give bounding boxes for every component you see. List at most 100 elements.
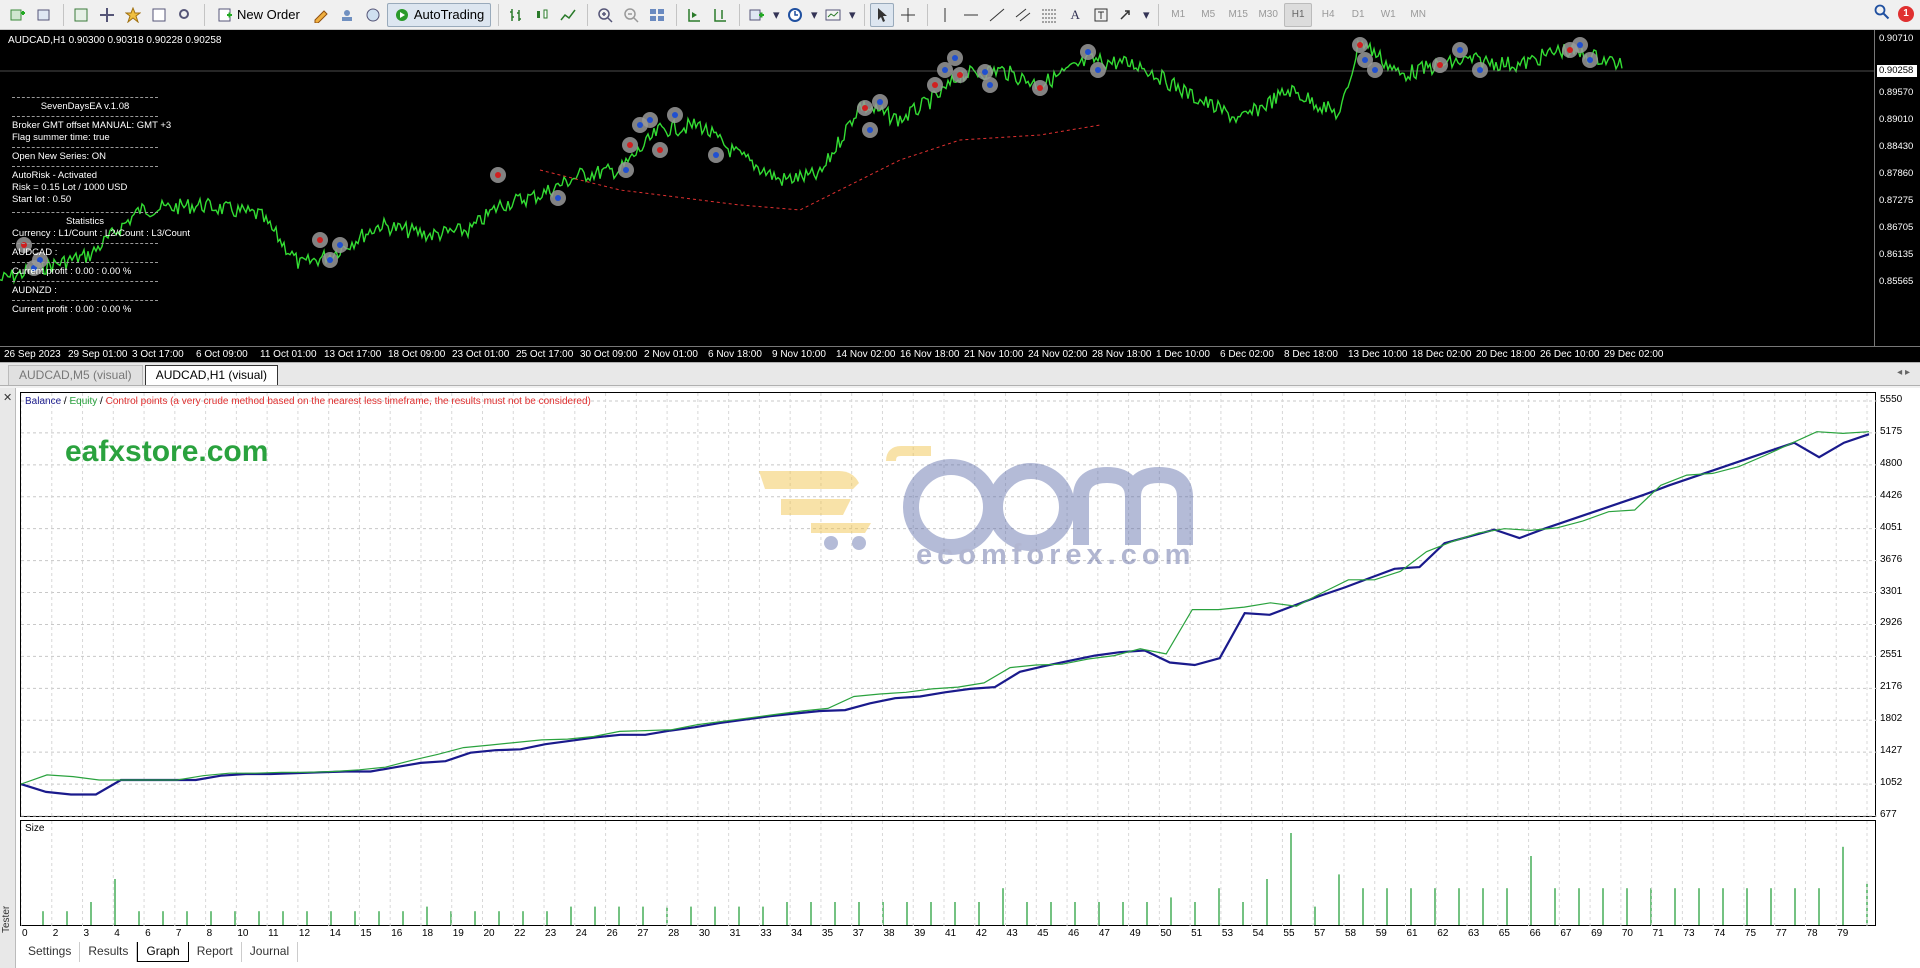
auto-scroll-icon[interactable] bbox=[682, 3, 706, 27]
trade-marker bbox=[872, 94, 888, 110]
autotrading-button[interactable]: AutoTrading bbox=[386, 2, 492, 27]
zoom-in-icon[interactable] bbox=[593, 3, 617, 27]
chevron-down-icon[interactable]: ▾ bbox=[771, 3, 781, 27]
price-label: 0.89570 bbox=[1879, 87, 1914, 98]
notification-badge[interactable]: 1 bbox=[1898, 5, 1914, 22]
price-label: 0.87860 bbox=[1879, 168, 1914, 179]
timeframe-m15[interactable]: M15 bbox=[1224, 3, 1252, 27]
time-label: 13 Dec 10:00 bbox=[1348, 349, 1408, 360]
trade-marker bbox=[1367, 62, 1383, 78]
x-tick-label: 8 bbox=[206, 928, 213, 939]
terminal-icon[interactable] bbox=[147, 3, 171, 27]
time-label: 24 Nov 02:00 bbox=[1028, 349, 1088, 360]
arrows-icon[interactable] bbox=[1115, 3, 1139, 27]
tabs-scroll-arrows[interactable]: ◂ ▸ bbox=[1897, 367, 1910, 378]
y-tick-label: 1427 bbox=[1880, 745, 1903, 757]
chevron-down-icon[interactable]: ▾ bbox=[1141, 3, 1151, 27]
watermark-text: ecomforex.com bbox=[916, 539, 1196, 571]
text-icon[interactable]: A bbox=[1063, 3, 1087, 27]
new-order-button[interactable]: New Order bbox=[210, 3, 307, 27]
time-label: 6 Dec 02:00 bbox=[1220, 349, 1274, 360]
x-tick-label: 31 bbox=[729, 928, 741, 939]
fibonacci-icon[interactable] bbox=[1037, 3, 1061, 27]
templates-icon[interactable] bbox=[821, 3, 845, 27]
trendline-icon[interactable] bbox=[985, 3, 1009, 27]
timeframe-m1[interactable]: M1 bbox=[1164, 3, 1192, 27]
timeframe-m5[interactable]: M5 bbox=[1194, 3, 1222, 27]
toolbar-separator bbox=[498, 3, 500, 26]
market-watch-icon[interactable] bbox=[69, 3, 93, 27]
search-icon[interactable] bbox=[1874, 4, 1890, 23]
text-label-icon[interactable] bbox=[1089, 3, 1113, 27]
line-chart-icon[interactable] bbox=[556, 3, 580, 27]
horizontal-line-icon[interactable] bbox=[959, 3, 983, 27]
trade-marker bbox=[550, 190, 566, 206]
periods-icon[interactable] bbox=[783, 3, 807, 27]
crosshair-icon[interactable] bbox=[896, 3, 920, 27]
trade-marker bbox=[1452, 42, 1468, 58]
price-chart[interactable]: AUDCAD,H1 0.90300 0.90318 0.90228 0.9025… bbox=[0, 30, 1920, 362]
close-icon[interactable]: ✕ bbox=[3, 391, 12, 404]
favorites-icon[interactable] bbox=[121, 3, 145, 27]
tab-results[interactable]: Results bbox=[80, 942, 138, 962]
trade-marker bbox=[1582, 52, 1598, 68]
x-tick-label: 75 bbox=[1744, 928, 1757, 939]
timeframe-w1[interactable]: W1 bbox=[1374, 3, 1402, 27]
zoom-out-icon[interactable] bbox=[619, 3, 643, 27]
x-tick-label: 39 bbox=[914, 928, 926, 939]
chevron-down-icon[interactable]: ▾ bbox=[847, 3, 857, 27]
ea-separator bbox=[12, 147, 158, 148]
price-label: 0.86135 bbox=[1879, 249, 1914, 260]
x-tick-label: 24 bbox=[575, 928, 587, 939]
new-chart-icon[interactable] bbox=[6, 3, 30, 27]
community-icon[interactable] bbox=[335, 3, 359, 27]
balance-graph: Balance / Equity / Control points (a ver… bbox=[20, 392, 1877, 818]
tile-windows-icon[interactable] bbox=[645, 3, 669, 27]
toolbar-separator bbox=[587, 3, 589, 26]
navigator-icon[interactable] bbox=[95, 3, 119, 27]
tab-audcad-m5[interactable]: AUDCAD,M5 (visual) bbox=[8, 365, 143, 385]
timeframe-mn[interactable]: MN bbox=[1404, 3, 1432, 27]
profiles-icon[interactable] bbox=[32, 3, 56, 27]
y-tick-label: 4426 bbox=[1880, 489, 1903, 501]
x-tick-label: 70 bbox=[1621, 928, 1633, 939]
timeframe-h4[interactable]: H4 bbox=[1314, 3, 1342, 27]
globe-icon[interactable] bbox=[361, 3, 385, 27]
strategy-tester-icon[interactable] bbox=[173, 3, 197, 27]
timeframe-m30[interactable]: M30 bbox=[1254, 3, 1282, 27]
x-tick-label: 78 bbox=[1806, 928, 1818, 939]
trade-marker bbox=[622, 137, 638, 153]
chart-tabs-bar: AUDCAD,M5 (visual) AUDCAD,H1 (visual) ◂ … bbox=[0, 362, 1920, 386]
y-tick-label: 4800 bbox=[1880, 457, 1903, 469]
timeframe-h1[interactable]: H1 bbox=[1284, 2, 1313, 27]
indicators-icon[interactable] bbox=[745, 3, 769, 27]
x-tick-label: 33 bbox=[760, 928, 772, 939]
cursor-icon[interactable] bbox=[870, 2, 895, 27]
tab-journal[interactable]: Journal bbox=[242, 942, 299, 962]
ea-start-lot: Start lot : 0.50 bbox=[12, 194, 72, 205]
trade-marker bbox=[652, 142, 668, 158]
x-tick-label: 3 bbox=[83, 928, 90, 939]
trade-marker bbox=[1432, 57, 1448, 73]
tab-report[interactable]: Report bbox=[189, 942, 242, 962]
price-label: 0.88430 bbox=[1879, 141, 1914, 152]
time-label: 3 Oct 17:00 bbox=[132, 349, 184, 360]
tab-settings[interactable]: Settings bbox=[20, 942, 81, 962]
tab-audcad-h1[interactable]: AUDCAD,H1 (visual) bbox=[144, 365, 279, 385]
x-tick-label: 49 bbox=[1129, 928, 1141, 939]
bar-chart-icon[interactable] bbox=[504, 3, 528, 27]
brand-watermark: eafxstore.com bbox=[65, 435, 269, 468]
vertical-line-icon[interactable] bbox=[933, 3, 957, 27]
chart-shift-icon[interactable] bbox=[708, 3, 732, 27]
trade-marker bbox=[332, 237, 348, 253]
equidistant-channel-icon[interactable] bbox=[1011, 3, 1035, 27]
tab-graph[interactable]: Graph bbox=[137, 942, 189, 962]
x-tick-label: 47 bbox=[1098, 928, 1110, 939]
timeframe-d1[interactable]: D1 bbox=[1344, 3, 1372, 27]
candlestick-icon[interactable] bbox=[530, 3, 554, 27]
metaeditor-icon[interactable] bbox=[309, 3, 333, 27]
x-tick-label: 46 bbox=[1068, 928, 1080, 939]
price-label: 0.89010 bbox=[1879, 114, 1914, 125]
ea-name: SevenDaysEA v.1.08 bbox=[40, 101, 130, 112]
chevron-down-icon[interactable]: ▾ bbox=[809, 3, 819, 27]
